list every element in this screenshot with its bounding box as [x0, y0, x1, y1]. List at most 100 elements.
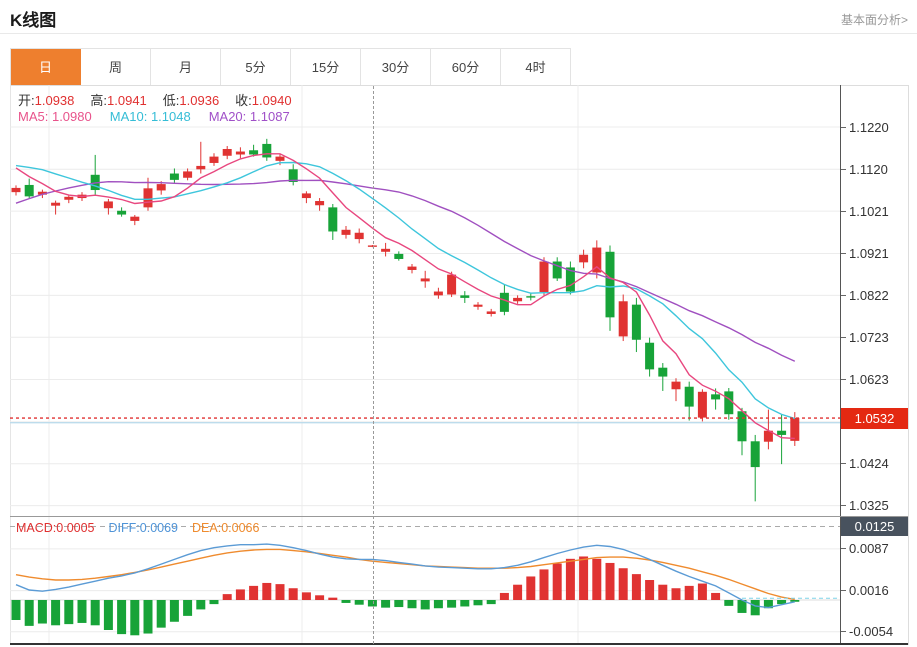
macd-value: MACD:0.0005 — [16, 521, 95, 535]
fundamental-analysis-link[interactable]: 基本面分析> — [841, 11, 908, 28]
macd-histogram-bar — [64, 600, 73, 624]
candle-body — [51, 203, 60, 206]
price-tick-label: 1.1021 — [841, 202, 911, 220]
close-value: 收:1.0940 — [235, 90, 291, 109]
macd-histogram-bar — [513, 585, 522, 600]
candle-body — [738, 411, 747, 441]
ma20-line — [16, 180, 795, 361]
macd-histogram-bar — [592, 559, 601, 600]
macd-tick-label: -0.0054 — [841, 623, 911, 641]
period-tab-6[interactable]: 60分 — [431, 49, 501, 86]
candle-body — [170, 174, 179, 180]
macd-histogram-bar — [408, 600, 417, 608]
candle-body — [104, 201, 113, 208]
macd-histogram-bar — [223, 594, 232, 600]
candle-body — [210, 157, 219, 163]
macd-histogram-bar — [619, 568, 628, 600]
candle-body — [276, 157, 285, 161]
period-tab-1[interactable]: 周 — [81, 49, 151, 86]
macd-histogram-bar — [25, 600, 34, 626]
candle-body — [777, 431, 786, 435]
macd-histogram-bar — [342, 600, 351, 603]
macd-histogram-bar — [144, 600, 153, 634]
macd-histogram-bar — [658, 585, 667, 600]
macd-histogram-bar — [355, 600, 364, 605]
chart-bottom-border — [10, 643, 908, 645]
candle-body — [262, 144, 271, 158]
macd-histogram-bar — [78, 600, 87, 623]
macd-histogram-bar — [328, 598, 337, 600]
candle-body — [606, 252, 615, 318]
candle-body — [64, 197, 73, 200]
main-chart-canvas[interactable] — [10, 85, 840, 516]
diff-value: DIFF:0.0069 — [109, 521, 178, 535]
header-divider — [0, 33, 917, 34]
macd-histogram-bar — [394, 600, 403, 607]
price-tick-label: 1.1120 — [841, 160, 911, 178]
candle-body — [711, 394, 720, 399]
macd-histogram-bar — [51, 600, 60, 625]
candle-body — [328, 207, 337, 231]
candle-body — [12, 188, 21, 192]
open-value: 开:1.0938 — [18, 90, 74, 109]
period-tab-5[interactable]: 30分 — [361, 49, 431, 86]
candle-body — [619, 301, 628, 336]
price-tick-label: 1.0623 — [841, 371, 911, 389]
macd-tick-label: 0.0087 — [841, 540, 911, 558]
candle-body — [526, 296, 535, 297]
macd-histogram-bar — [460, 600, 469, 606]
candle-body — [474, 305, 483, 307]
candle-body — [249, 150, 258, 154]
macd-histogram-bar — [579, 556, 588, 600]
macd-histogram-bar — [276, 584, 285, 600]
candle-body — [421, 278, 430, 281]
candle-body — [183, 171, 192, 177]
macd-histogram-bar — [698, 584, 707, 600]
high-value: 高:1.0941 — [90, 90, 146, 109]
period-tab-3[interactable]: 5分 — [221, 49, 291, 86]
period-tab-2[interactable]: 月 — [151, 49, 221, 86]
candle-body — [25, 185, 34, 196]
macd-histogram-bar — [315, 595, 324, 600]
candle-body — [790, 418, 799, 441]
price-tick-label: 1.0325 — [841, 497, 911, 515]
candle-body — [658, 368, 667, 377]
candle-body — [408, 267, 417, 270]
ma20-value: MA20: 1.1087 — [209, 109, 290, 124]
macd-histogram-bar — [474, 600, 483, 605]
candle-body — [381, 249, 390, 252]
macd-histogram-bar — [183, 600, 192, 616]
candle-body — [672, 382, 681, 390]
macd-histogram-bar — [157, 600, 166, 628]
period-tab-7[interactable]: 4时 — [501, 49, 571, 86]
ma10-value: MA10: 1.1048 — [110, 109, 191, 124]
macd-histogram-bar — [711, 593, 720, 600]
ma10-line — [16, 163, 795, 419]
dea-value: DEA:0.0066 — [192, 521, 259, 535]
ma5-value: MA5: 1.0980 — [18, 109, 92, 124]
ma-readout: MA5: 1.0980 MA10: 1.1048 MA20: 1.1087 — [18, 109, 290, 124]
macd-histogram-bar — [500, 593, 509, 600]
macd-histogram-bar — [685, 586, 694, 600]
macd-histogram-bar — [751, 600, 760, 615]
macd-histogram-bar — [540, 569, 549, 600]
crosshair-line — [373, 86, 374, 644]
candle-body — [157, 184, 166, 190]
macd-readout: MACD:0.0005 DIFF:0.0069 DEA:0.0066 — [16, 521, 259, 535]
candle-body — [315, 201, 324, 205]
candle-body — [540, 262, 549, 292]
candle-body — [751, 441, 760, 467]
macd-histogram-bar — [170, 600, 179, 622]
macd-chart-canvas[interactable] — [10, 517, 840, 643]
candle-body — [724, 391, 733, 414]
macd-histogram-bar — [790, 600, 799, 602]
macd-histogram-bar — [447, 600, 456, 608]
period-tab-4[interactable]: 15分 — [291, 49, 361, 86]
candle-body — [223, 149, 232, 156]
period-tab-0[interactable]: 日 — [11, 49, 81, 86]
ma5-line — [16, 154, 795, 439]
period-tabs: 日周月5分15分30分60分4时 — [10, 48, 571, 86]
candle-body — [579, 255, 588, 263]
macd-histogram-bar — [632, 574, 641, 600]
macd-histogram-bar — [117, 600, 126, 634]
